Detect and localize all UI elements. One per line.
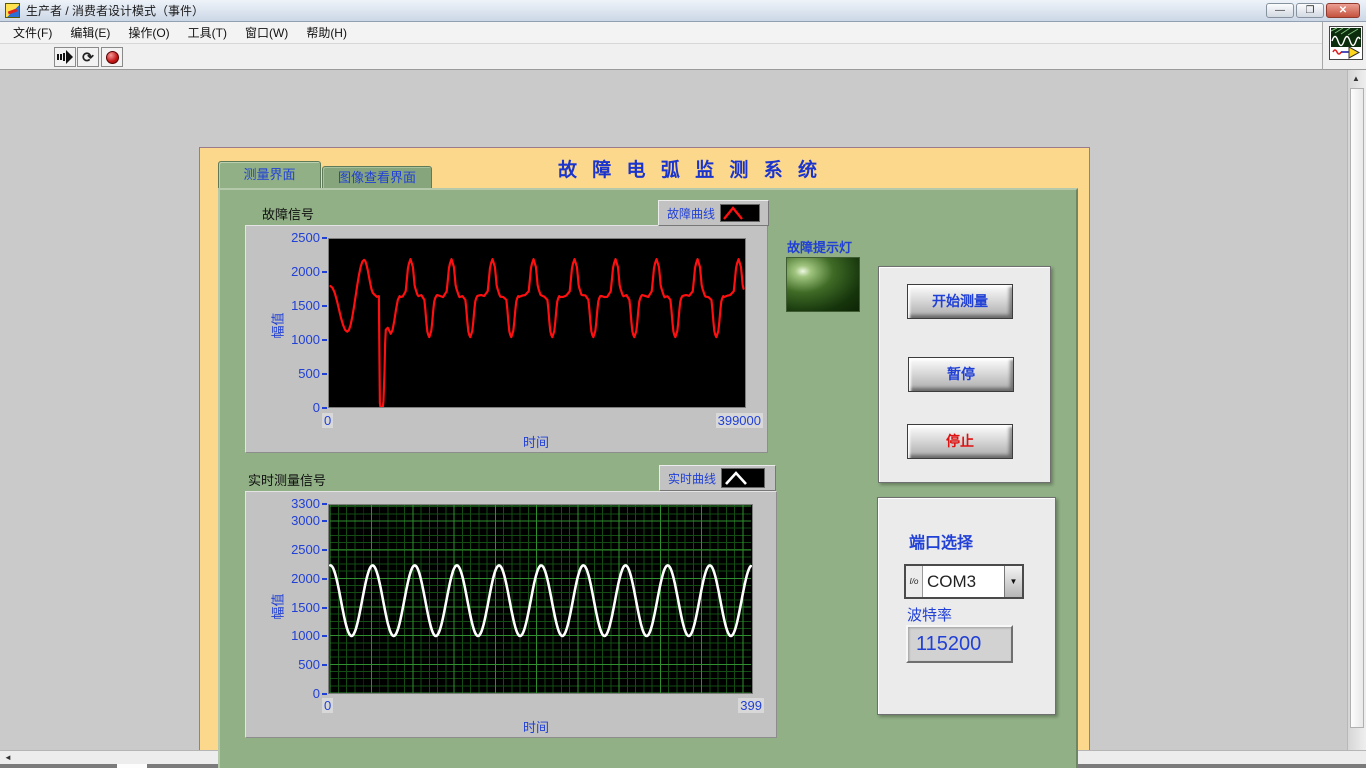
realtime-chart-legend[interactable]: 实时曲线 xyxy=(659,465,776,491)
y-tick-mark xyxy=(322,305,327,307)
visa-io-icon: I/o xyxy=(906,566,923,597)
horizontal-scroll-thumb[interactable] xyxy=(117,764,147,768)
fault-signal-chart: 幅值 0 399000 时间 05001000150020002500 xyxy=(245,225,768,453)
y-tick-label: 1500 xyxy=(260,298,320,313)
minimize-button[interactable]: — xyxy=(1266,3,1294,18)
y-tick-label: 3000 xyxy=(260,513,320,528)
start-measure-button[interactable]: 开始测量 xyxy=(907,284,1013,319)
y-tick-mark xyxy=(322,373,327,375)
baud-rate-value: 115200 xyxy=(906,625,1013,663)
stop-button[interactable]: 停止 xyxy=(907,424,1013,459)
y-tick-mark xyxy=(322,339,327,341)
baud-rate-label: 波特率 xyxy=(907,604,952,625)
y-tick-mark xyxy=(322,271,327,273)
y-tick-label: 500 xyxy=(260,657,320,672)
pause-button[interactable]: 暂停 xyxy=(908,357,1014,392)
fault-chart-title: 故障信号 xyxy=(262,204,314,223)
fault-x-max-label: 399000 xyxy=(716,413,763,428)
menu-item[interactable]: 操作(O) xyxy=(119,22,178,44)
y-tick-label: 2000 xyxy=(260,264,320,279)
y-tick-label: 2000 xyxy=(260,571,320,586)
dropdown-arrow-icon[interactable]: ▼ xyxy=(1004,566,1022,597)
menu-item[interactable]: 文件(F) xyxy=(4,22,61,44)
menu-item[interactable]: 编辑(E) xyxy=(61,22,119,44)
fault-chart-legend[interactable]: 故障曲线 xyxy=(658,200,769,226)
realtime-legend-line-icon xyxy=(721,468,765,488)
y-tick-label: 1500 xyxy=(260,600,320,615)
menu-item[interactable]: 帮助(H) xyxy=(297,22,356,44)
com-port-dropdown[interactable]: I/o COM3 ▼ xyxy=(904,564,1024,599)
page-title: 故 障 电 弧 监 测 系 统 xyxy=(558,155,822,182)
y-tick-label: 500 xyxy=(260,366,320,381)
y-tick-label: 1000 xyxy=(260,628,320,643)
realtime-x-min-label: 0 xyxy=(322,698,333,713)
app-icon xyxy=(5,3,20,18)
restore-button[interactable]: ❐ xyxy=(1296,3,1324,18)
y-tick-mark xyxy=(322,693,327,695)
close-button[interactable]: ✕ xyxy=(1326,3,1360,18)
y-tick-label: 3300 xyxy=(260,496,320,511)
window-title: 生产者 / 消费者设计模式（事件） xyxy=(26,2,204,19)
realtime-signal-chart: 幅值 0 399 时间 0500100015002000250030003300 xyxy=(245,491,777,738)
y-tick-mark xyxy=(322,578,327,580)
y-tick-mark xyxy=(322,407,327,409)
run-continuous-icon: ⟳ xyxy=(82,50,94,64)
y-tick-mark xyxy=(322,503,327,505)
vertical-scrollbar[interactable]: ▲ xyxy=(1347,70,1366,750)
vi-icon xyxy=(1329,26,1363,60)
menu-item[interactable]: 窗口(W) xyxy=(236,22,297,44)
menu-bar: 文件(F)编辑(E)操作(O)工具(T)窗口(W)帮助(H) xyxy=(0,22,1366,44)
scroll-up-icon[interactable]: ▲ xyxy=(1352,74,1360,83)
realtime-chart-title: 实时测量信号 xyxy=(248,470,326,489)
abort-button[interactable] xyxy=(101,47,123,67)
y-tick-label: 0 xyxy=(260,686,320,701)
y-tick-mark xyxy=(322,664,327,666)
fault-led-indicator[interactable] xyxy=(786,257,860,312)
front-panel-workspace: 故 障 电 弧 监 测 系 统 测量界面 图像查看界面 故障信号 故障曲线 幅值… xyxy=(0,70,1366,750)
y-tick-mark xyxy=(322,635,327,637)
realtime-x-axis-label: 时间 xyxy=(491,717,581,736)
vertical-scroll-thumb[interactable] xyxy=(1350,88,1364,728)
labview-window: 生产者 / 消费者设计模式（事件） — ❐ ✕ 文件(F)编辑(E)操作(O)工… xyxy=(0,0,1366,768)
abort-icon xyxy=(106,51,119,64)
port-select-label: 端口选择 xyxy=(909,529,973,553)
fault-plot-area[interactable] xyxy=(328,238,746,408)
y-tick-mark xyxy=(322,237,327,239)
realtime-x-max-label: 399 xyxy=(738,698,764,713)
title-bar: 生产者 / 消费者设计模式（事件） — ❐ ✕ xyxy=(0,0,1366,22)
y-tick-mark xyxy=(322,520,327,522)
scroll-left-icon[interactable]: ◄ xyxy=(4,753,12,762)
toolbar: ⟳ xyxy=(0,44,1366,70)
fault-x-min-label: 0 xyxy=(322,413,333,428)
fault-legend-line-icon xyxy=(720,204,760,222)
run-continuous-button[interactable]: ⟳ xyxy=(77,47,99,67)
y-tick-label: 2500 xyxy=(260,542,320,557)
vi-icon-zone xyxy=(1322,22,1366,70)
run-icon xyxy=(57,50,73,64)
y-tick-label: 0 xyxy=(260,400,320,415)
realtime-plot-area[interactable] xyxy=(328,504,753,694)
y-tick-mark xyxy=(322,549,327,551)
tab-measurement[interactable]: 测量界面 xyxy=(218,161,321,188)
fault-led-label: 故障提示灯 xyxy=(787,237,852,256)
tab-image-view[interactable]: 图像查看界面 xyxy=(322,166,432,188)
y-tick-label: 2500 xyxy=(260,230,320,245)
menu-item[interactable]: 工具(T) xyxy=(179,22,236,44)
fault-legend-label: 故障曲线 xyxy=(667,205,715,222)
y-tick-mark xyxy=(322,607,327,609)
com-port-value: COM3 xyxy=(923,566,1004,597)
y-tick-label: 1000 xyxy=(260,332,320,347)
fault-x-axis-label: 时间 xyxy=(491,432,581,451)
run-button[interactable] xyxy=(54,47,76,67)
realtime-legend-label: 实时曲线 xyxy=(668,470,716,487)
